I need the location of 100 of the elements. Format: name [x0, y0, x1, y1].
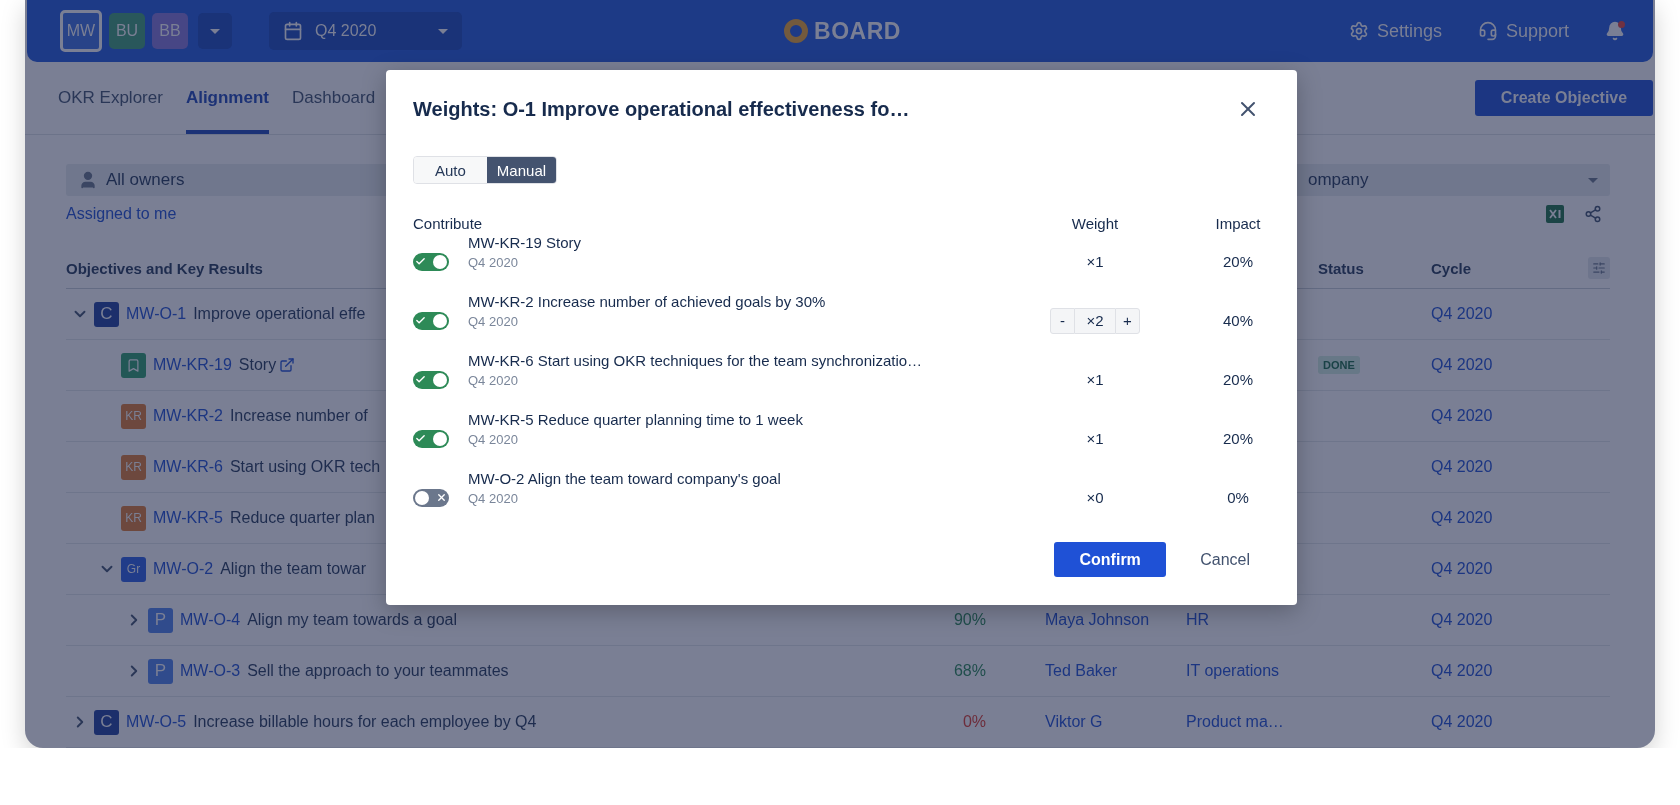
- contribute-toggle[interactable]: [413, 252, 449, 271]
- impact-value: 20%: [1222, 369, 1254, 390]
- item-key-link[interactable]: MW-KR-19: [153, 356, 232, 374]
- support-link[interactable]: Support: [1477, 20, 1569, 42]
- owner-link[interactable]: Maya Johnson: [1045, 611, 1150, 629]
- mode-option[interactable]: Auto: [414, 157, 487, 183]
- cycle-link[interactable]: Q4 2020: [1431, 509, 1493, 527]
- impact-value: 20%: [1222, 251, 1254, 272]
- item-name: MW-KR-19 Story: [468, 234, 583, 251]
- impact-value: 40%: [1222, 310, 1254, 331]
- logo-text: BOARD: [814, 17, 901, 45]
- item-key-link[interactable]: MW-KR-5: [153, 509, 223, 527]
- cancel-button[interactable]: Cancel: [1200, 550, 1250, 569]
- external-link-icon[interactable]: [279, 357, 296, 373]
- weight-value: ×1: [1085, 371, 1105, 388]
- item-name: MW-O-2 Align the team toward company's goal: [468, 470, 782, 487]
- sliders-icon: [1592, 261, 1606, 275]
- item-name: MW-KR-2 Increase number of achieved goals by 30%: [468, 293, 827, 310]
- team-link[interactable]: HR: [1186, 611, 1210, 629]
- contribute-toggle[interactable]: [413, 311, 449, 330]
- item-key-link[interactable]: MW-O-3: [180, 662, 241, 680]
- check-icon: [415, 374, 426, 385]
- item-key-link[interactable]: MW-O-5: [126, 713, 187, 731]
- period-selector[interactable]: Q4 2020: [269, 12, 462, 50]
- item-name: MW-KR-6 Start using OKR techniques for the team synchronizatio…: [468, 352, 924, 369]
- share-icon[interactable]: [1584, 205, 1602, 223]
- column-header: Status: [1318, 259, 1364, 277]
- item-cycle: Q4 2020: [468, 255, 519, 270]
- mode-option[interactable]: Manual: [486, 157, 557, 183]
- type-badge: KR: [121, 505, 146, 531]
- cycle-link[interactable]: Q4 2020: [1431, 356, 1493, 374]
- item-cycle: Q4 2020: [468, 373, 519, 388]
- item-title: Story: [238, 356, 277, 374]
- dialog-title: Weights: O-1 Improve operational effectiveness fo…: [413, 97, 910, 121]
- team-link[interactable]: IT operations: [1186, 662, 1280, 680]
- item-title: Reduce quarter plan: [229, 509, 375, 527]
- cycle-link[interactable]: Q4 2020: [1431, 458, 1493, 476]
- contribute-toggle[interactable]: [413, 488, 449, 507]
- type-badge: Gr: [121, 556, 146, 582]
- item-title: Increase billable hours for each employee by Q4: [193, 713, 537, 731]
- create-objective-button[interactable]: Create Objective: [1475, 80, 1653, 116]
- team-link[interactable]: Product ma…: [1186, 713, 1284, 731]
- cycle-link[interactable]: Q4 2020: [1431, 611, 1493, 629]
- item-cycle: Q4 2020: [468, 432, 519, 447]
- decrement-button[interactable]: -: [1050, 307, 1075, 334]
- item-title: Increase number of: [229, 407, 368, 425]
- cycle-link[interactable]: Q4 2020: [1431, 560, 1493, 578]
- cycle-link[interactable]: Q4 2020: [1431, 713, 1493, 731]
- progress-value: 90%: [952, 611, 986, 629]
- column-header: Impact: [1214, 214, 1262, 232]
- owner-link[interactable]: Viktor G: [1045, 713, 1103, 731]
- item-title: Sell the approach to your teammates: [247, 662, 509, 680]
- weight-value: ×0: [1085, 489, 1105, 506]
- item-cycle: Q4 2020: [468, 491, 519, 506]
- cycle-link[interactable]: Q4 2020: [1431, 305, 1493, 323]
- check-icon: [415, 315, 426, 326]
- item-title: Align my team towards a goal: [247, 611, 457, 629]
- column-header: Weight: [1071, 214, 1119, 232]
- column-settings-button[interactable]: [1588, 257, 1610, 279]
- workspace-avatar[interactable]: BU: [109, 13, 145, 49]
- item-key-link[interactable]: MW-KR-2: [153, 407, 223, 425]
- cycle-link[interactable]: Q4 2020: [1431, 407, 1493, 425]
- type-badge: KR: [121, 454, 146, 480]
- caret-icon: [210, 28, 220, 34]
- item-key-link[interactable]: MW-O-1: [126, 305, 187, 323]
- nav-tab[interactable]: OKR Explorer: [58, 62, 163, 134]
- item-key-link[interactable]: MW-O-4: [180, 611, 241, 629]
- settings-link[interactable]: Settings: [1348, 20, 1442, 42]
- headset-icon: [1477, 21, 1498, 41]
- confirm-button[interactable]: Confirm: [1054, 542, 1167, 577]
- person-icon: [78, 170, 98, 190]
- nav-tab[interactable]: Dashboard: [292, 62, 376, 134]
- contribute-toggle[interactable]: [413, 429, 449, 448]
- item-title: Improve operational effe: [193, 305, 366, 323]
- item-cycle: Q4 2020: [468, 314, 519, 329]
- cross-icon: [436, 492, 447, 503]
- cycle-link[interactable]: Q4 2020: [1431, 662, 1493, 680]
- impact-value: 0%: [1226, 487, 1250, 508]
- notifications-bell-icon[interactable]: [1605, 21, 1625, 41]
- workspace-dropdown-button[interactable]: [198, 13, 232, 49]
- item-key-link[interactable]: MW-KR-6: [153, 458, 223, 476]
- workspace-avatar[interactable]: MW: [60, 10, 102, 52]
- item-key-link[interactable]: MW-O-2: [153, 560, 214, 578]
- owner-link[interactable]: Ted Baker: [1045, 662, 1118, 680]
- weight-value: ×1: [1085, 253, 1105, 270]
- workspace-avatar[interactable]: BB: [152, 13, 188, 49]
- weight-value: ×1: [1085, 430, 1105, 447]
- impact-value: 20%: [1222, 428, 1254, 449]
- contribute-toggle[interactable]: [413, 370, 449, 389]
- increment-button[interactable]: +: [1115, 307, 1140, 334]
- assigned-to-me-link[interactable]: Assigned to me: [66, 205, 177, 223]
- caret-icon: [1588, 177, 1598, 183]
- calendar-icon: [283, 21, 303, 41]
- nav-tab[interactable]: Alignment: [185, 62, 269, 134]
- weight-field[interactable]: ×2: [1075, 307, 1115, 334]
- progress-value: 0%: [961, 713, 986, 731]
- settings-icon: [1348, 21, 1369, 41]
- spreadsheet-export-icon[interactable]: [1546, 205, 1564, 223]
- caret-icon: [438, 28, 448, 34]
- type-badge: P: [148, 658, 173, 684]
